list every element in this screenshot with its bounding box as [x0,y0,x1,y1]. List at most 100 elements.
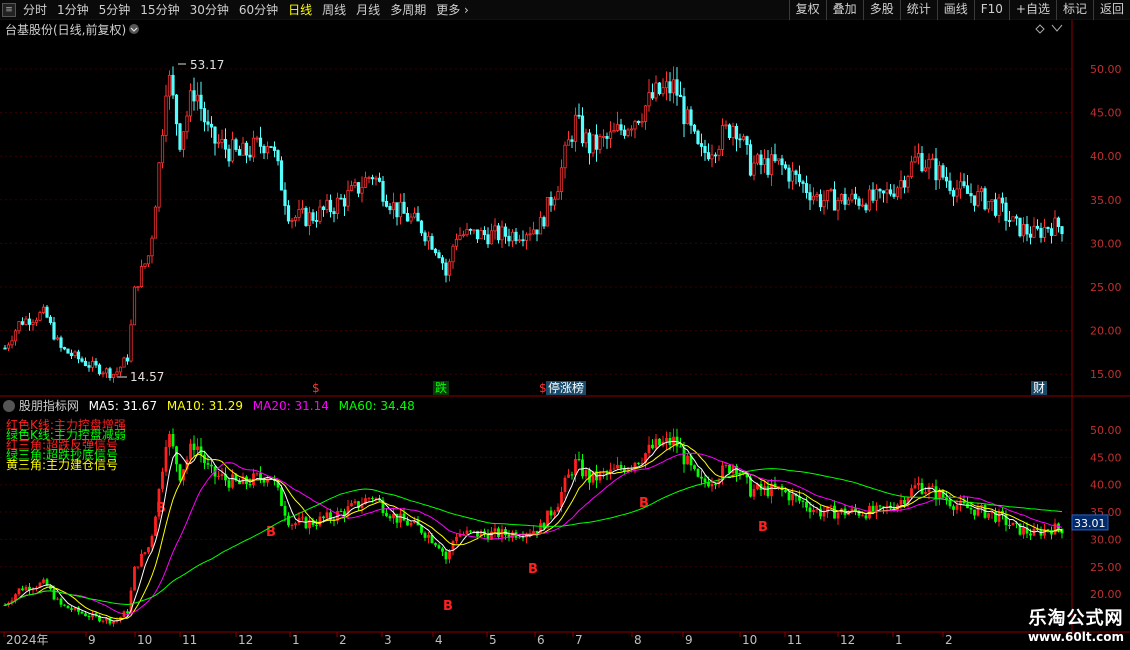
candle-body [804,183,809,194]
period-4[interactable]: 30分钟 [185,0,234,20]
diamond-icon[interactable] [1035,24,1045,34]
candle-body [969,193,973,197]
candle-body [328,199,333,212]
ind-candle-body [532,530,535,534]
watermark-url: www.60lt.com [1027,630,1124,644]
x-axis-label: 6 [537,633,545,647]
candle-body [720,125,725,150]
toolbar-button-8[interactable]: 返回 [1092,0,1130,20]
candle-body [850,193,854,201]
menu-icon[interactable]: ≡ [2,3,16,17]
candle-body [643,105,648,122]
candle-body [272,146,277,151]
ind-candle-body [518,537,521,539]
candle-body [1053,217,1057,236]
period-2[interactable]: 5分钟 [94,0,136,20]
period-3[interactable]: 15分钟 [135,0,184,20]
ind-candle-body [171,433,175,447]
period-5[interactable]: 60分钟 [234,0,283,20]
ind-candle-body [252,473,255,486]
candle-body [776,158,781,162]
main-y-tick: 15.00 [1090,368,1122,381]
ind-candle-body [672,436,675,445]
ind-candle-body [665,438,668,442]
candle-body [678,94,683,98]
candle-body [937,165,942,181]
indicator-dropdown-icon[interactable] [3,400,15,412]
ind-candle-body [584,470,588,477]
period-1[interactable]: 1分钟 [52,0,94,20]
candle-body [542,217,546,227]
period-0[interactable]: 分时 [18,0,52,20]
candle-body [48,316,53,323]
candle-body [668,81,672,94]
ind-candle-body [227,480,231,488]
candle-body [66,348,70,354]
candle-body [209,123,214,128]
toolbar-button-0[interactable]: 复权 [788,0,826,20]
candle-body [552,198,557,206]
toolbar-button-4[interactable]: 画线 [936,0,974,20]
candle-body [874,188,879,201]
x-axis-label: 12 [238,633,253,647]
ind-y-tick: 25.00 [1090,561,1122,574]
ind-candle-body [927,486,931,493]
period-10[interactable]: 更多 › [431,0,474,20]
ind-candle-body [931,486,934,488]
ind-candle-body [577,459,581,461]
candle-body [388,205,392,211]
candle-body [444,262,448,276]
candle-body [962,181,966,187]
candle-body [517,239,522,242]
event-marker: $ [539,381,547,395]
toolbar-button-7[interactable]: 标记 [1055,0,1093,20]
ind-candle-body [196,446,199,451]
toolbar-button-2[interactable]: 多股 [862,0,900,20]
toolbar-button-6[interactable]: +自选 [1008,0,1056,20]
period-9[interactable]: 多周期 [385,0,431,20]
ind-candle-body [581,459,584,477]
ind-candle-body [423,532,427,538]
candle-body [535,229,539,235]
ind-candle-body [903,500,906,505]
candle-body [661,87,665,95]
ind-candle-body [150,536,154,548]
period-6[interactable]: 日线 [283,0,317,20]
candle-body [227,148,231,162]
candle-body [710,154,714,160]
candle-body [94,361,98,366]
toolbar-button-5[interactable]: F10 [973,0,1009,20]
candle-body [1028,233,1033,238]
period-7[interactable]: 周线 [317,0,351,20]
candle-body [321,206,326,210]
period-8[interactable]: 月线 [351,0,385,20]
candle-body [671,79,676,94]
watermark-brand: 乐淘公式网 [1028,608,1124,629]
toolbar-button-3[interactable]: 统计 [899,0,937,20]
candle-body [913,156,917,163]
candle-body [122,357,126,368]
ind-candle-body [651,444,654,449]
indicator-name[interactable]: 股朋指标网 [19,399,79,413]
candle-body [185,115,189,133]
ind-candle-body [392,513,395,519]
candle-body [10,340,14,346]
ind-candle-body [703,478,707,483]
x-axis-label: 2024年 [6,633,49,647]
candle-body [174,94,179,125]
ind-candle-body [59,598,63,605]
current-value: 33.01 [1074,517,1106,530]
ind-candle-body [521,537,525,539]
title-dropdown-icon[interactable] [129,24,139,34]
candle-body [514,231,518,242]
candles [3,66,1064,383]
candle-body [808,192,812,201]
x-axis-label: 10 [137,633,152,647]
candle-body [458,235,462,240]
candle-body [983,188,987,210]
ind-candle-body [567,474,570,478]
toolbar-button-1[interactable]: 叠加 [825,0,863,20]
candle-body [430,236,434,250]
collapse-icon[interactable] [1051,24,1063,32]
ind-candle-body [791,493,794,501]
